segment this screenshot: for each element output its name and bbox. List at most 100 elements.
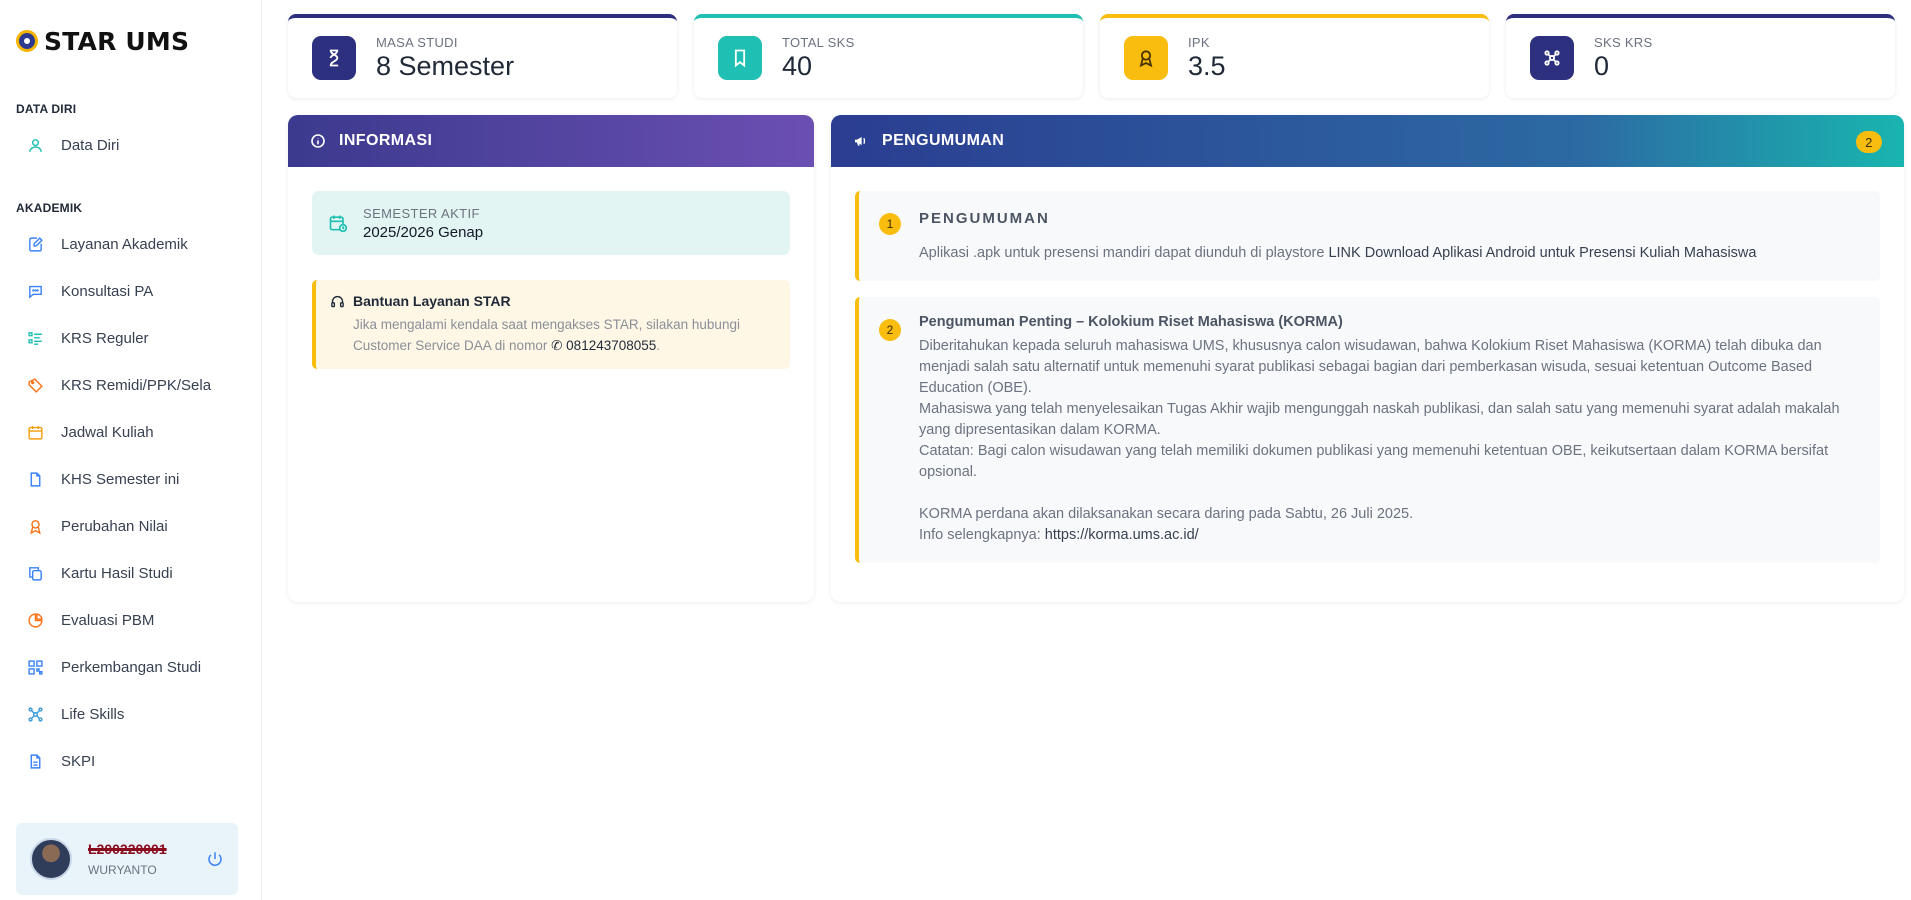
sidebar-item-label: Perubahan Nilai	[61, 518, 168, 535]
sidebar-item-data-diri[interactable]: Data Diri	[0, 122, 261, 169]
bantuan-end: .	[656, 338, 661, 353]
brand-name: STAR UMS	[44, 26, 190, 56]
bantuan-title: Bantuan Layanan STAR	[353, 293, 511, 309]
sidebar-item-krs-reguler[interactable]: KRS Reguler	[0, 315, 261, 362]
sidebar-item-label: Evaluasi PBM	[61, 612, 155, 629]
semester-label: SEMESTER AKTIF	[363, 205, 480, 221]
announcement-body: Diberitahukan kepada seluruh mahasiswa U…	[919, 336, 1849, 546]
informasi-header: INFORMASI	[288, 115, 814, 167]
sidebar-item-label: Perkembangan Studi	[61, 659, 202, 676]
stat-label: IPK	[1188, 34, 1210, 50]
announcement-title: PENGUMUMAN	[919, 210, 1050, 227]
announcement-number: 1	[879, 213, 901, 235]
sidebar-item-label: KRS Remidi/PPK/Sela	[61, 377, 212, 394]
sidebar-item-skpi[interactable]: SKPI	[0, 738, 261, 785]
sidebar-item-krs-remidi[interactable]: KRS Remidi/PPK/Sela	[0, 362, 261, 409]
user-card[interactable]: L200220001 WURYANTO	[16, 823, 238, 895]
sidebar-item-layanan-akademik[interactable]: Layanan Akademik	[0, 221, 261, 268]
announcement-paragraph: Catatan: Bagi calon wisudawan yang telah…	[919, 443, 1829, 480]
bookmark-icon	[718, 36, 762, 80]
sidebar-item-perubahan-nilai[interactable]: Perubahan Nilai	[0, 503, 261, 550]
whatsapp-icon: ✆	[551, 338, 563, 353]
sidebar-item-label: Layanan Akademik	[61, 236, 188, 253]
user-name: WURYANTO	[88, 863, 157, 877]
sidebar-item-kartu-hasil-studi[interactable]: Kartu Hasil Studi	[0, 550, 261, 597]
sidebar-item-label: Data Diri	[61, 137, 120, 154]
megaphone-icon	[855, 137, 866, 146]
announcement-paragraph: KORMA perdana akan dilaksanakan secara d…	[919, 506, 1414, 522]
pengumuman-title: PENGUMUMAN	[882, 132, 1005, 149]
section-title-akademik: AKADEMIK	[16, 201, 83, 215]
stat-label: SKS KRS	[1594, 34, 1653, 50]
pengumuman-panel: PENGUMUMAN 2 1 PENGUMUMAN Aplikasi .apk …	[831, 115, 1904, 602]
molecule-icon	[27, 706, 44, 723]
announcement-title: Pengumuman Penting – Kolokium Riset Maha…	[919, 314, 1343, 330]
announcement-item-1: 1 PENGUMUMAN Aplikasi .apk untuk presens…	[855, 191, 1880, 281]
list-check-icon	[27, 330, 44, 347]
stat-label: MASA STUDI	[376, 34, 458, 50]
calendar-clock-icon	[329, 215, 348, 233]
info-icon	[311, 134, 325, 148]
bantuan-text: Jika mengalami kendala saat mengakses ST…	[353, 314, 773, 356]
section-title-data-diri: DATA DIRI	[16, 102, 77, 116]
info-label: Info selengkapnya:	[919, 527, 1041, 543]
stat-card-total-sks: TOTAL SKS 40	[694, 14, 1083, 98]
power-icon[interactable]	[206, 850, 224, 868]
hourglass-icon	[312, 36, 356, 80]
stat-value: 0	[1594, 50, 1610, 81]
sidebar-item-konsultasi-pa[interactable]: Konsultasi PA	[0, 268, 261, 315]
count-badge: 2	[1856, 131, 1882, 153]
ums-logo-icon	[16, 30, 38, 52]
stat-value: 3.5	[1188, 50, 1226, 81]
sidebar-item-khs-semester[interactable]: KHS Semester ini	[0, 456, 261, 503]
brand[interactable]: STAR UMS	[0, 0, 261, 60]
molecule-icon	[1530, 36, 1574, 80]
informasi-title: INFORMASI	[339, 132, 433, 149]
sidebar-item-evaluasi-pbm[interactable]: Evaluasi PBM	[0, 597, 261, 644]
avatar	[30, 838, 72, 880]
korma-link[interactable]: https://korma.ums.ac.id/	[1045, 527, 1199, 543]
sidebar-item-life-skills[interactable]: Life Skills	[0, 691, 261, 738]
announcement-paragraph: Mahasiswa yang telah menyelesaikan Tugas…	[919, 401, 1840, 438]
android-download-link[interactable]: LINK Download Aplikasi Android untuk Pre…	[1328, 245, 1756, 261]
chat-icon	[27, 283, 44, 300]
announcement-number: 2	[879, 319, 901, 341]
sidebar-item-jadwal-kuliah[interactable]: Jadwal Kuliah	[0, 409, 261, 456]
bantuan-box: Bantuan Layanan STAR Jika mengalami kend…	[312, 280, 790, 369]
copy-icon	[27, 565, 44, 582]
announcement-info-row: Info selengkapnya: https://korma.ums.ac.…	[919, 525, 1849, 546]
stat-card-sks-krs: SKS KRS 0	[1506, 14, 1895, 98]
qr-grid-icon	[27, 659, 44, 676]
headset-icon	[331, 295, 344, 307]
sidebar-item-label: KRS Reguler	[61, 330, 149, 347]
sidebar-item-label: Kartu Hasil Studi	[61, 565, 173, 582]
sidebar-item-label: Life Skills	[61, 706, 125, 723]
announcement-body: Aplikasi .apk untuk presensi mandiri dap…	[919, 245, 1756, 261]
user-nim: L200220001	[88, 841, 167, 857]
user-info: L200220001 WURYANTO	[88, 841, 167, 877]
stat-value: 8 Semester	[376, 50, 515, 81]
cs-phone-link[interactable]: 081243708055	[566, 338, 656, 353]
announcement-text: Aplikasi .apk untuk presensi mandiri dap…	[919, 245, 1325, 261]
bantuan-body: Jika mengalami kendala saat mengakses ST…	[353, 317, 740, 353]
edit-document-icon	[27, 236, 44, 253]
announcement-item-2: 2 Pengumuman Penting – Kolokium Riset Ma…	[855, 297, 1880, 563]
pengumuman-header: PENGUMUMAN 2	[831, 115, 1904, 167]
sidebar-item-label: SKPI	[61, 753, 96, 770]
file-icon	[27, 471, 44, 488]
pie-chart-icon	[27, 612, 44, 629]
tag-icon	[27, 377, 44, 394]
award-icon	[27, 518, 44, 535]
bantuan-title-row: Bantuan Layanan STAR	[330, 293, 790, 309]
calendar-icon	[27, 424, 44, 441]
sidebar-item-label: Konsultasi PA	[61, 283, 154, 300]
sidebar-item-perkembangan-studi[interactable]: Perkembangan Studi	[0, 644, 261, 691]
announcement-paragraph: Diberitahukan kepada seluruh mahasiswa U…	[919, 338, 1822, 396]
document-icon	[27, 753, 44, 770]
informasi-panel: INFORMASI SEMESTER AKTIF 2025/2026 Genap…	[288, 115, 814, 602]
stat-label: TOTAL SKS	[782, 34, 855, 50]
user-icon	[27, 137, 44, 154]
semester-value: 2025/2026 Genap	[363, 223, 484, 241]
award-icon	[1124, 36, 1168, 80]
stat-card-ipk: IPK 3.5	[1100, 14, 1489, 98]
